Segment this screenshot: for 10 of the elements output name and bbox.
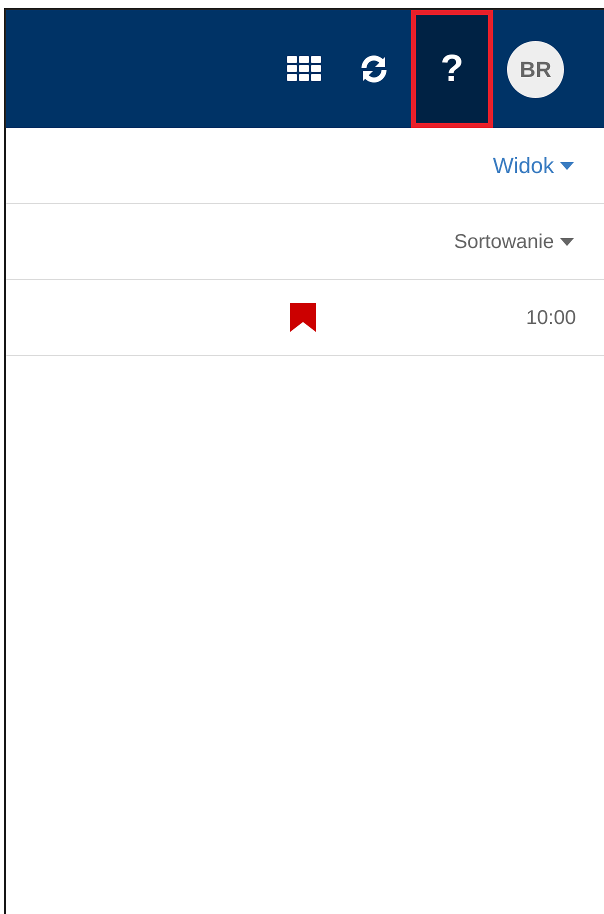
grid-icon xyxy=(287,56,321,82)
caret-icon xyxy=(560,238,574,246)
avatar[interactable]: BR xyxy=(507,40,564,98)
view-dropdown[interactable]: Widok xyxy=(492,149,574,182)
message-time: 10:00 xyxy=(526,306,576,330)
refresh-icon xyxy=(359,54,389,84)
help-button[interactable]: ? xyxy=(411,10,493,128)
caret-icon xyxy=(560,162,574,170)
message-row[interactable]: 10:00 xyxy=(6,280,604,356)
sort-dropdown[interactable]: Sortowanie xyxy=(454,226,574,256)
